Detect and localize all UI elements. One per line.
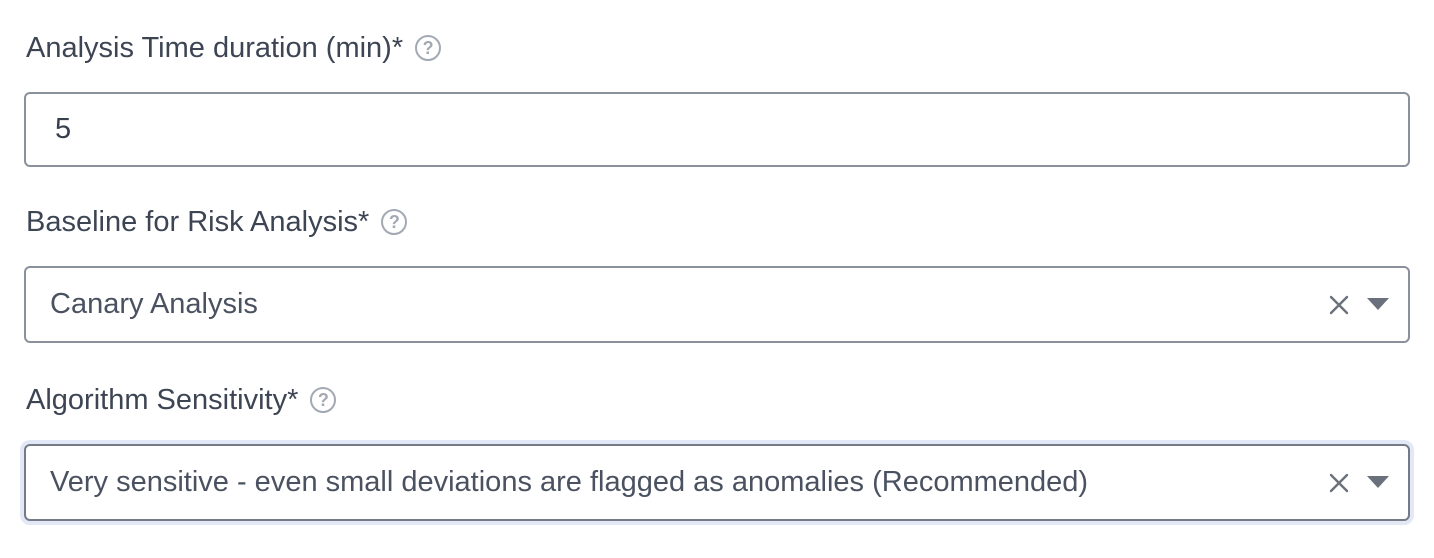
sensitivity-select[interactable]: Very sensitive - even small deviations a… xyxy=(24,444,1410,521)
question-circle-icon[interactable]: ? xyxy=(415,35,442,61)
sensitivity-label: Algorithm Sensitivity* ? xyxy=(26,382,337,418)
close-icon[interactable] xyxy=(1327,293,1351,317)
question-circle-icon[interactable]: ? xyxy=(381,209,408,235)
analysis-duration-label-text: Analysis Time duration (min)* xyxy=(26,32,404,64)
analysis-duration-input[interactable] xyxy=(26,94,1408,165)
sensitivity-selected-value: Very sensitive - even small deviations a… xyxy=(50,466,1089,498)
question-circle-icon[interactable]: ? xyxy=(310,387,337,413)
sensitivity-label-text: Algorithm Sensitivity* xyxy=(26,384,299,416)
baseline-label: Baseline for Risk Analysis* ? xyxy=(26,204,408,240)
analysis-duration-field-wrapper xyxy=(24,92,1410,167)
close-icon[interactable] xyxy=(1327,471,1351,495)
analysis-duration-label: Analysis Time duration (min)* ? xyxy=(26,30,442,66)
caret-down-icon[interactable] xyxy=(1367,476,1389,490)
baseline-selected-value: Canary Analysis xyxy=(50,288,258,320)
baseline-select[interactable]: Canary Analysis xyxy=(24,266,1410,343)
baseline-label-text: Baseline for Risk Analysis* xyxy=(26,206,370,238)
caret-down-icon[interactable] xyxy=(1367,298,1389,312)
